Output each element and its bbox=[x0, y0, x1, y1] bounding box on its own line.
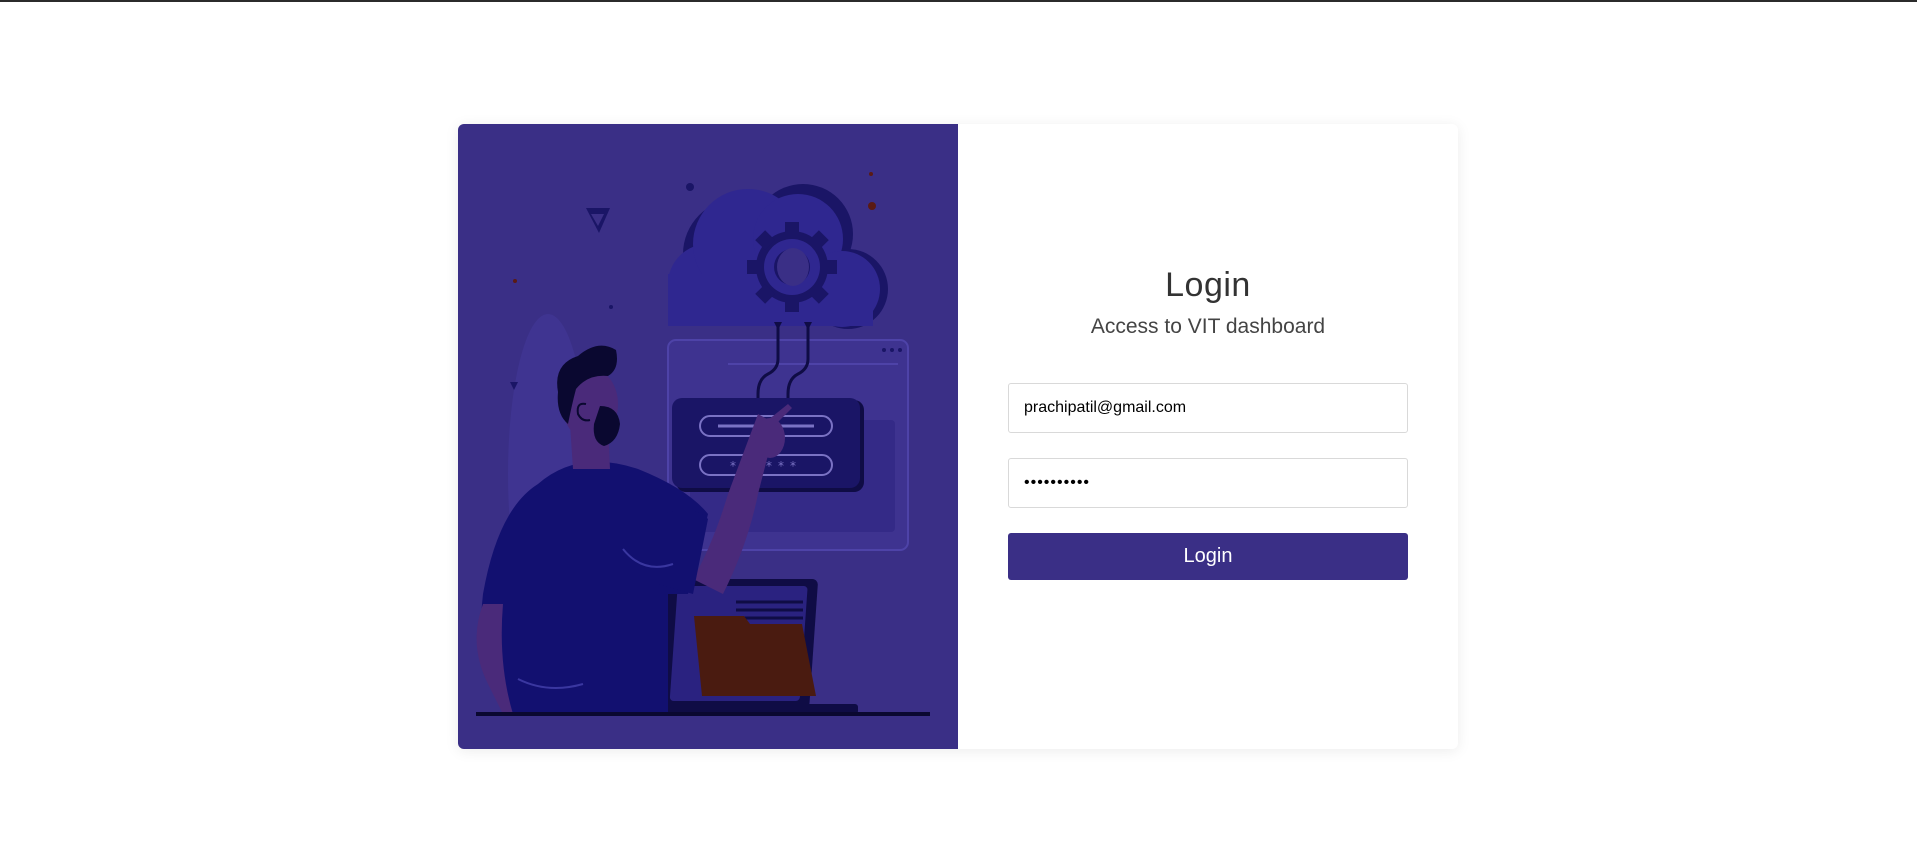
login-form-panel: Login Access to VIT dashboard Login bbox=[958, 124, 1458, 749]
password-field[interactable] bbox=[1008, 458, 1408, 508]
illustration-panel: ****** bbox=[458, 124, 958, 749]
email-field[interactable] bbox=[1008, 383, 1408, 433]
top-border-line bbox=[0, 0, 1917, 2]
login-title: Login bbox=[1165, 266, 1251, 304]
login-subtitle: Access to VIT dashboard bbox=[1090, 315, 1326, 338]
login-card: ****** Login Access to VIT dashboard pra… bbox=[458, 124, 1458, 749]
login-illustration: ****** bbox=[476, 172, 930, 716]
login-button[interactable]: Login bbox=[1008, 533, 1408, 580]
